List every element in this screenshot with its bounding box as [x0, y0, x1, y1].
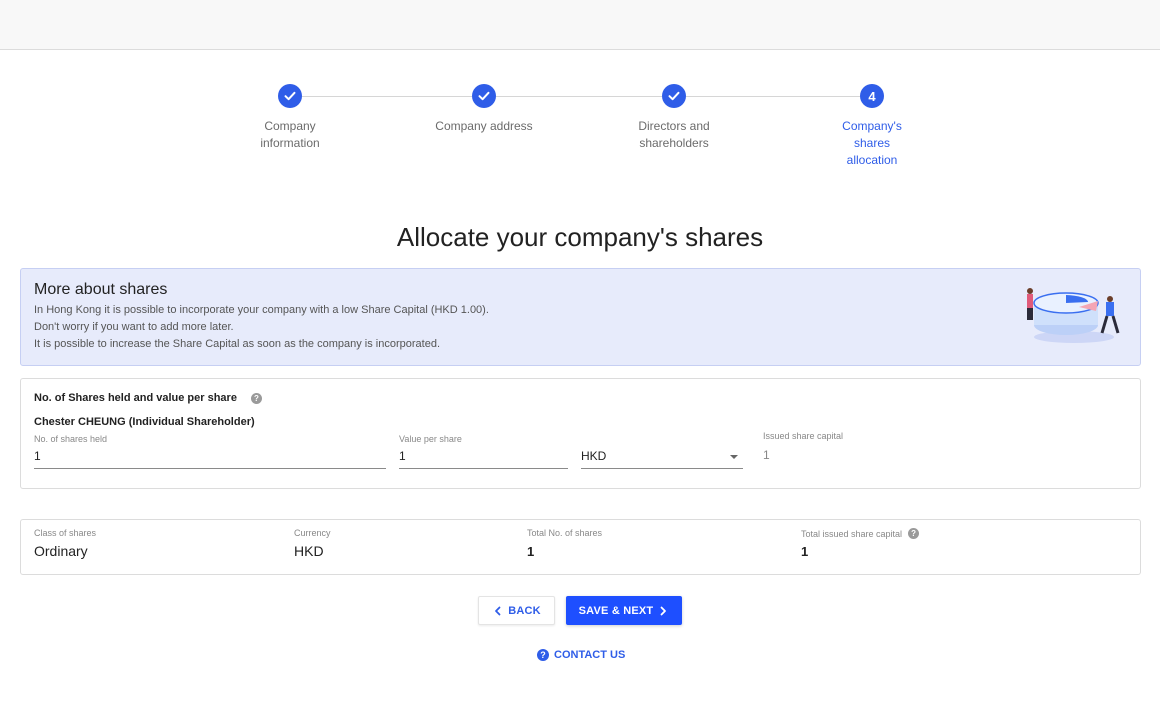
save-next-button-label: SAVE & NEXT: [578, 604, 654, 617]
progress-stepper: Company information Company address Dire…: [0, 0, 1160, 180]
chevron-right-icon: [660, 606, 667, 615]
total-shares-label: Total No. of shares: [527, 528, 603, 538]
shares-pie-illustration-icon: [1027, 288, 1120, 343]
contact-us-label: CONTACT US: [554, 649, 626, 661]
step-label: Directors and shareholders: [638, 119, 710, 150]
save-next-button[interactable]: SAVE & NEXT: [566, 596, 682, 625]
banner-text: It is possible to increase the Share Cap…: [34, 338, 441, 350]
step-company-address[interactable]: Company address: [404, 84, 564, 135]
class-of-shares-value: Ordinary: [34, 543, 88, 559]
step-shares-allocation[interactable]: 4 Company's shares allocation: [792, 84, 952, 169]
info-banner: More about shares In Hong Kong it is pos…: [20, 268, 1141, 366]
shares-summary-card: Class of shares Ordinary Currency HKD To…: [20, 519, 1141, 575]
check-icon: [472, 84, 496, 108]
back-button-label: BACK: [508, 604, 541, 617]
shares-held-label: No. of shares held: [34, 434, 108, 444]
shareholder-name: Chester CHEUNG (Individual Shareholder): [34, 416, 255, 428]
step-company-information[interactable]: Company information: [210, 84, 370, 152]
banner-text: In Hong Kong it is possible to incorpora…: [34, 304, 489, 316]
total-capital-value: 1: [801, 544, 809, 559]
check-icon: [278, 84, 302, 108]
value-per-share-underline: [399, 468, 568, 469]
step-label: Company address: [435, 119, 533, 133]
total-shares-value: 1: [527, 544, 535, 559]
total-capital-label: Total issued share capital ?: [801, 528, 920, 539]
back-button[interactable]: BACK: [478, 596, 555, 625]
question-circle-icon: ?: [537, 649, 549, 661]
currency-select[interactable]: HKD: [581, 449, 743, 463]
page-title: Allocate your company's shares: [396, 222, 764, 252]
step-directors-shareholders[interactable]: Directors and shareholders: [594, 84, 754, 152]
question-circle-icon[interactable]: ?: [908, 528, 920, 539]
value-per-share-input[interactable]: 1: [399, 449, 568, 463]
contact-us-link[interactable]: ? CONTACT US: [537, 649, 625, 661]
value-per-share-label: Value per share: [399, 434, 462, 444]
currency-label: Currency: [294, 528, 331, 538]
chevron-down-icon[interactable]: [730, 455, 738, 459]
currency-underline: [581, 468, 743, 469]
shares-held-underline: [34, 468, 386, 469]
shares-held-input[interactable]: 1: [34, 449, 386, 463]
step-label: Company information: [260, 119, 320, 150]
shares-held-card: No. of Shares held and value per share ?…: [20, 378, 1141, 489]
currency-value: HKD: [294, 543, 324, 559]
check-icon: [662, 84, 686, 108]
class-of-shares-label: Class of shares: [34, 528, 97, 538]
step-number: 4: [860, 84, 884, 108]
section-title: No. of Shares held and value per share ?: [34, 392, 262, 404]
banner-title: More about shares: [34, 281, 168, 298]
step-label: Company's shares allocation: [842, 119, 902, 167]
issued-capital-label: Issued share capital: [763, 431, 844, 441]
question-circle-icon[interactable]: ?: [250, 392, 262, 404]
chevron-left-icon: [495, 606, 501, 615]
banner-text: Don't worry if you want to add more late…: [34, 321, 234, 333]
issued-capital-value: 1: [763, 448, 770, 462]
